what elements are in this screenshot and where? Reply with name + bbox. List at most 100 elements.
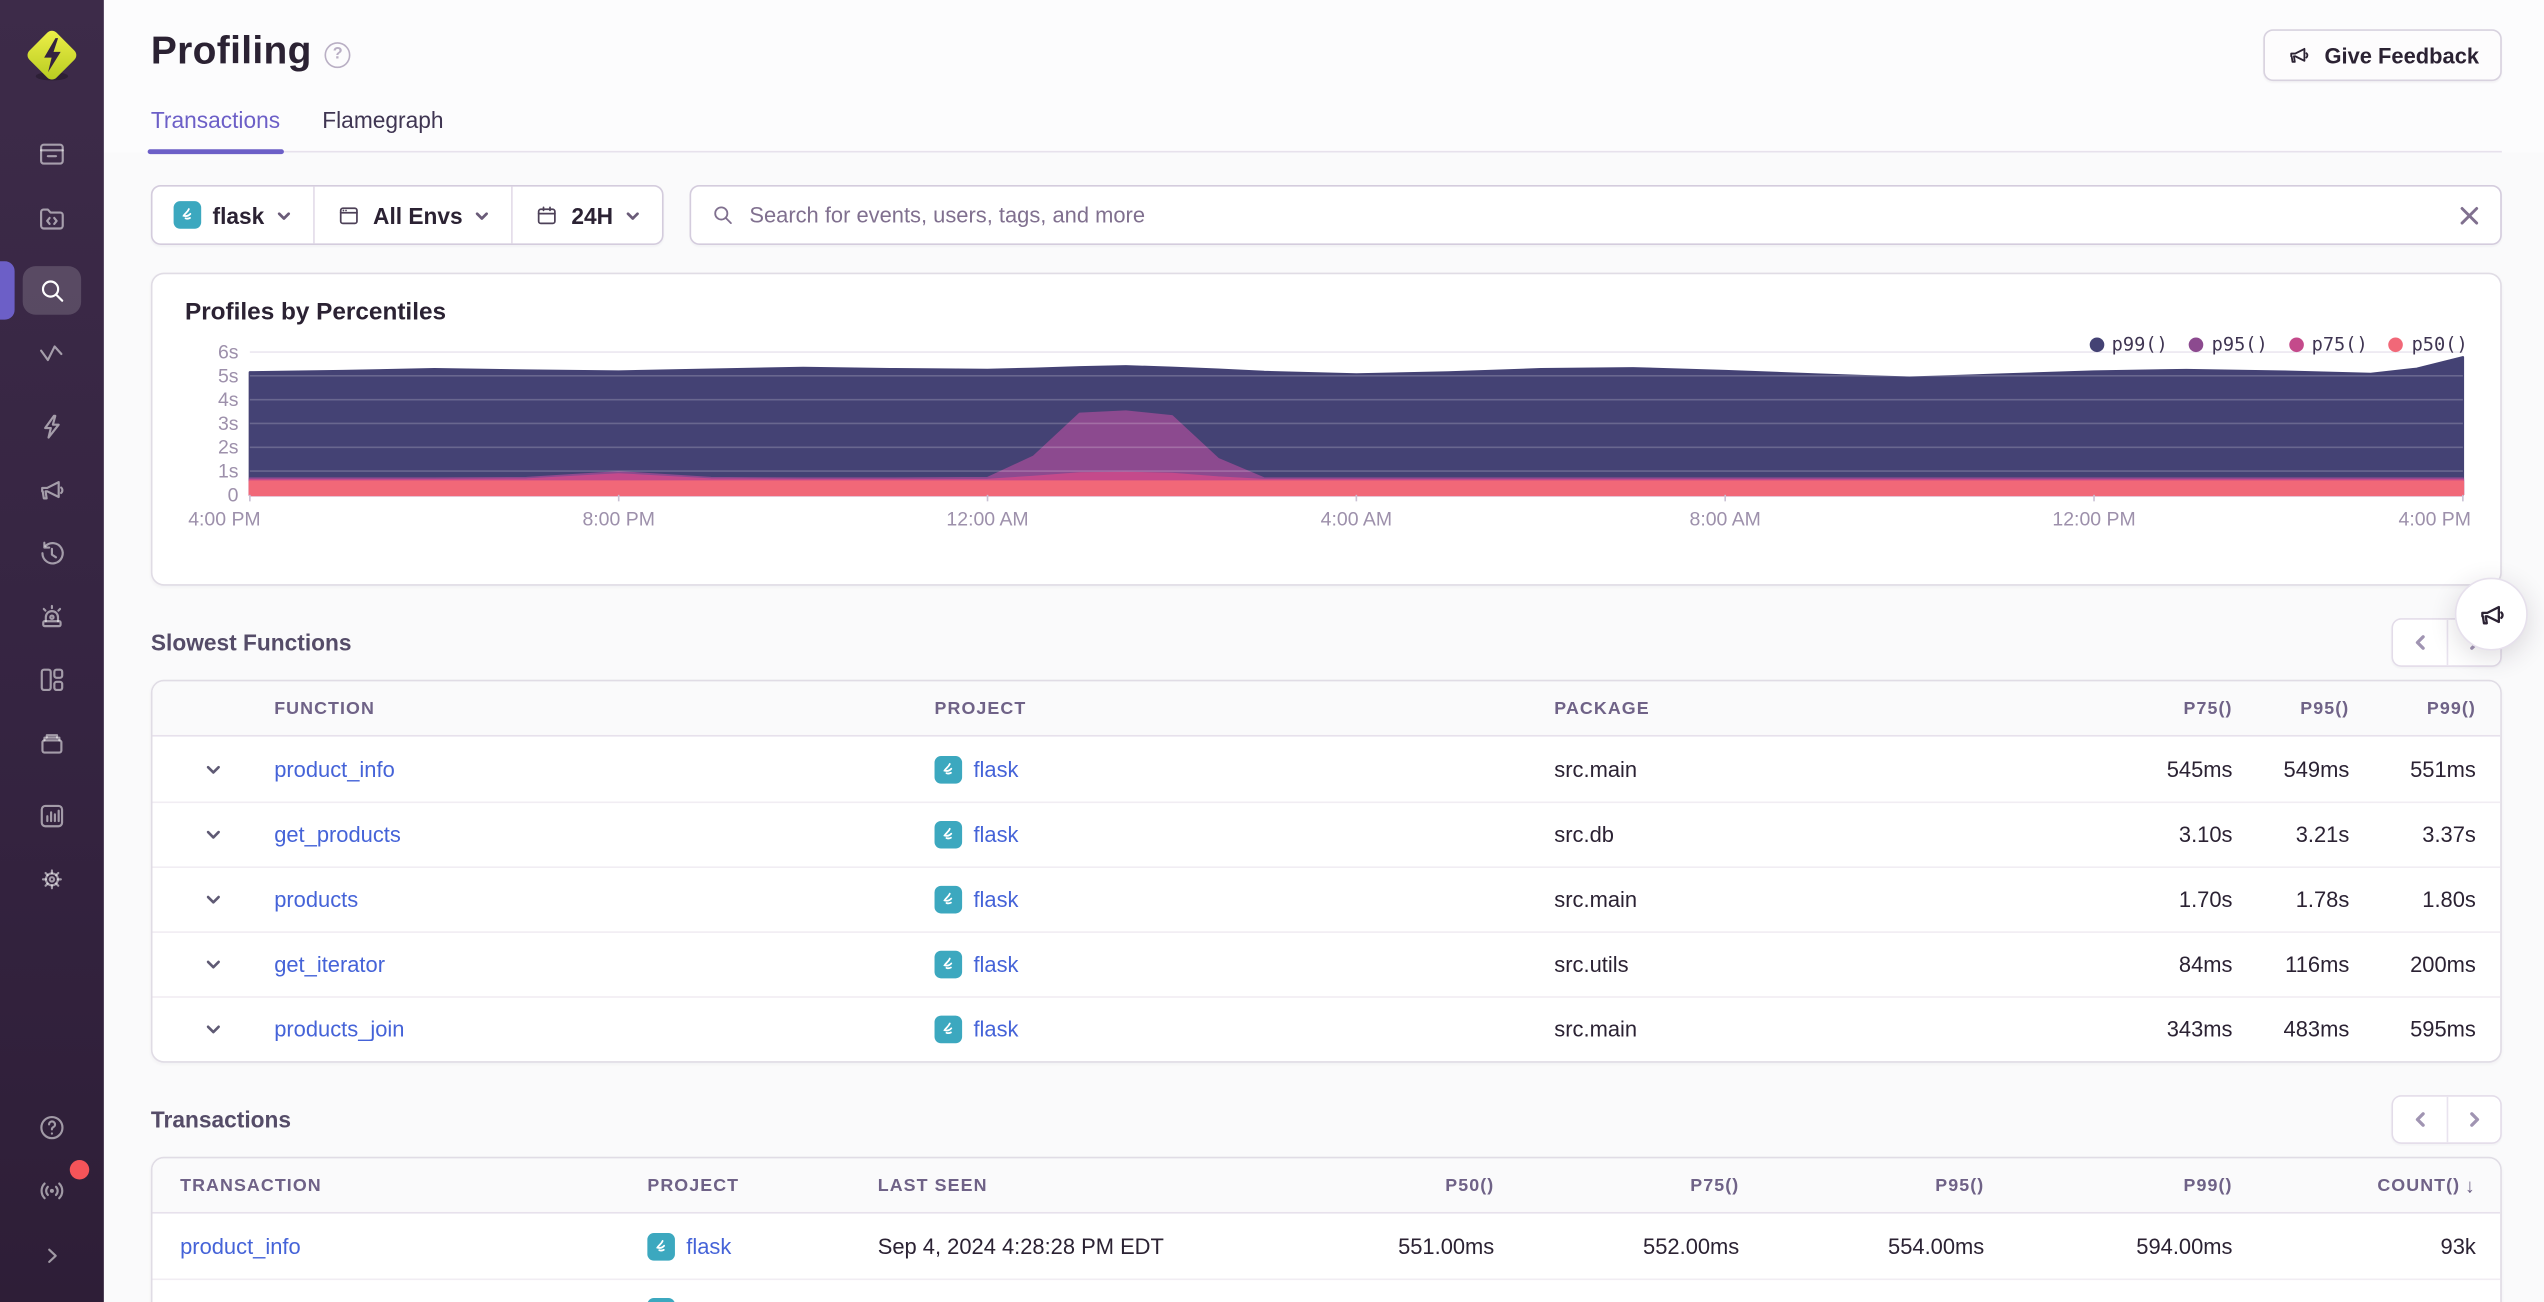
expand-row-button[interactable] — [153, 889, 275, 910]
slowest-function-row: products flask src.main 1.70s 1.78s 1.80s — [152, 866, 2501, 931]
sidebar-item-user-feedback[interactable] — [23, 466, 81, 515]
give-feedback-button[interactable]: Give Feedback — [2262, 29, 2502, 82]
sidebar-item-projects[interactable] — [23, 195, 81, 244]
code-folder-icon — [40, 208, 64, 230]
floating-feedback-button[interactable] — [2454, 577, 2528, 651]
slowest-function-row: product_info flask src.main 545ms 549ms 551ms — [153, 737, 2501, 802]
function-link[interactable]: get_products — [274, 823, 934, 847]
tab-transactions[interactable]: Transactions — [147, 107, 283, 155]
svg-text:8:00 AM: 8:00 AM — [1690, 509, 1761, 531]
legend-item[interactable]: p75() — [2288, 333, 2368, 355]
function-link[interactable]: product_info — [274, 757, 934, 781]
siren-icon — [42, 604, 62, 628]
svg-text:0: 0 — [228, 484, 239, 506]
sidebar-item-traces[interactable] — [23, 331, 81, 380]
project-link[interactable]: flask — [973, 952, 1018, 976]
tab-flamegraph[interactable]: Flamegraph — [322, 107, 443, 151]
sidebar-item-settings[interactable] — [23, 855, 81, 904]
project-link[interactable]: flask — [973, 1017, 1018, 1041]
legend-item[interactable]: p95() — [2188, 333, 2268, 355]
p99-cell: 551ms — [2410, 756, 2476, 782]
chevron-down-icon — [277, 211, 290, 220]
col-p50: P50() — [1445, 1175, 1495, 1195]
legend-item[interactable]: p50() — [2388, 333, 2468, 355]
function-link[interactable]: products_join — [274, 1017, 934, 1041]
function-link[interactable]: products — [274, 887, 934, 911]
slowest-function-row: get_iterator flask src.utils 84ms 116ms 200ms — [152, 931, 2501, 996]
page-filter-bar: flask All Envs 24H — [150, 184, 664, 245]
sentry-logo[interactable] — [23, 26, 81, 84]
legend-label: p99() — [2111, 332, 2168, 356]
sidebar-item-explore[interactable] — [0, 261, 82, 320]
sidebar — [0, 0, 104, 1302]
slowest-functions-header-row: FUNCTION PROJECT PACKAGE P75() P95() P99… — [152, 681, 2501, 737]
svg-text:4:00 AM: 4:00 AM — [1321, 509, 1392, 531]
chevron-down-icon — [476, 211, 489, 220]
flask-project-icon — [934, 1015, 963, 1044]
function-link[interactable]: get_iterator — [274, 952, 934, 976]
percentiles-chart[interactable]: 6s5s4s3s2s1s0 4:00 PM 8:00 PM 12:00 AM 4:00 … — [185, 326, 2471, 563]
next-page-button[interactable] — [2446, 1096, 2501, 1143]
search-icon — [714, 206, 732, 224]
caret-down-icon — [206, 830, 220, 839]
search-input[interactable] — [749, 202, 2444, 228]
p95-cell: 549ms — [2283, 756, 2350, 782]
transactions-header-row: TRANSACTION PROJECT LAST SEEN P50() P75(… — [152, 1158, 2501, 1214]
prev-page-button[interactable] — [2393, 1096, 2447, 1143]
package-cell: src.main — [1554, 756, 1638, 782]
col-count-sorted[interactable]: COUNT() ↓ — [2232, 1174, 2475, 1197]
clear-search-icon[interactable] — [2458, 204, 2481, 227]
last-seen-cell: Sep 4, 2024 4:28:28 PM EDT — [877, 1233, 1164, 1259]
sidebar-item-boost[interactable] — [23, 402, 81, 451]
prev-page-button[interactable] — [2393, 619, 2447, 666]
col-p75: P75() — [1690, 1175, 1740, 1195]
project-link[interactable]: flask — [973, 887, 1018, 911]
caret-down-icon — [206, 895, 220, 904]
page-help-icon[interactable]: ? — [324, 41, 351, 68]
project-link[interactable]: flask — [686, 1234, 731, 1258]
lightning-icon — [44, 414, 60, 439]
page-header: Profiling ? Give Feedback Transactions F… — [103, 0, 2544, 155]
chevron-left-icon — [2415, 1112, 2424, 1127]
expand-row-button[interactable] — [153, 758, 275, 779]
profiles-percentiles-panel: Profiles by Percentiles p99() p95() p75() p… — [150, 272, 2502, 586]
megaphone-icon — [2289, 47, 2308, 63]
project-filter-value: flask — [212, 201, 265, 228]
p99-cell: 594.00ms — [2136, 1233, 2233, 1259]
p95-cell: 116ms — [2285, 952, 2350, 977]
svg-text:12:00 AM: 12:00 AM — [946, 509, 1028, 531]
project-link[interactable]: flask — [973, 757, 1018, 781]
environment-filter[interactable]: All Envs — [313, 186, 511, 244]
project-filter[interactable]: flask — [153, 187, 313, 244]
archive-box-icon — [41, 734, 63, 754]
sidebar-item-dashboards[interactable] — [23, 655, 81, 704]
date-range-value: 24H — [571, 201, 614, 228]
legend-item[interactable]: p99() — [2088, 332, 2168, 356]
col-p75: P75() — [2183, 698, 2233, 718]
transactions-pager — [2391, 1095, 2502, 1144]
svg-text:12:00 PM: 12:00 PM — [2052, 509, 2135, 531]
expand-row-button[interactable] — [153, 1019, 275, 1040]
svg-text:3s: 3s — [218, 413, 239, 435]
expand-row-button[interactable] — [153, 954, 275, 975]
expand-row-button[interactable] — [153, 824, 275, 845]
p95-cell: 554.00ms — [1888, 1233, 1985, 1259]
transaction-link[interactable]: product_info — [180, 1234, 647, 1258]
sidebar-item-alerts[interactable] — [23, 592, 81, 641]
sidebar-item-stats[interactable] — [23, 792, 81, 841]
date-range-filter[interactable]: 24H — [511, 186, 661, 244]
svg-text:1s: 1s — [218, 461, 239, 483]
chevron-right-icon — [2470, 1112, 2480, 1127]
sidebar-item-help[interactable] — [23, 1103, 81, 1152]
sidebar-collapse-button[interactable] — [23, 1231, 81, 1280]
project-link[interactable]: flask — [973, 823, 1018, 847]
col-project: PROJECT — [934, 698, 1027, 718]
sidebar-item-replays[interactable] — [23, 529, 81, 578]
p50-cell: 551.00ms — [1398, 1233, 1495, 1259]
sidebar-item-releases[interactable] — [23, 719, 81, 768]
sidebar-item-issues[interactable] — [23, 130, 81, 179]
flask-project-icon — [647, 1232, 675, 1260]
col-p95: P95() — [2300, 698, 2350, 718]
sidebar-item-broadcast[interactable] — [23, 1160, 90, 1216]
slowest-function-row: get_products flask src.db 3.10s 3.21s 3.37s — [152, 801, 2501, 866]
